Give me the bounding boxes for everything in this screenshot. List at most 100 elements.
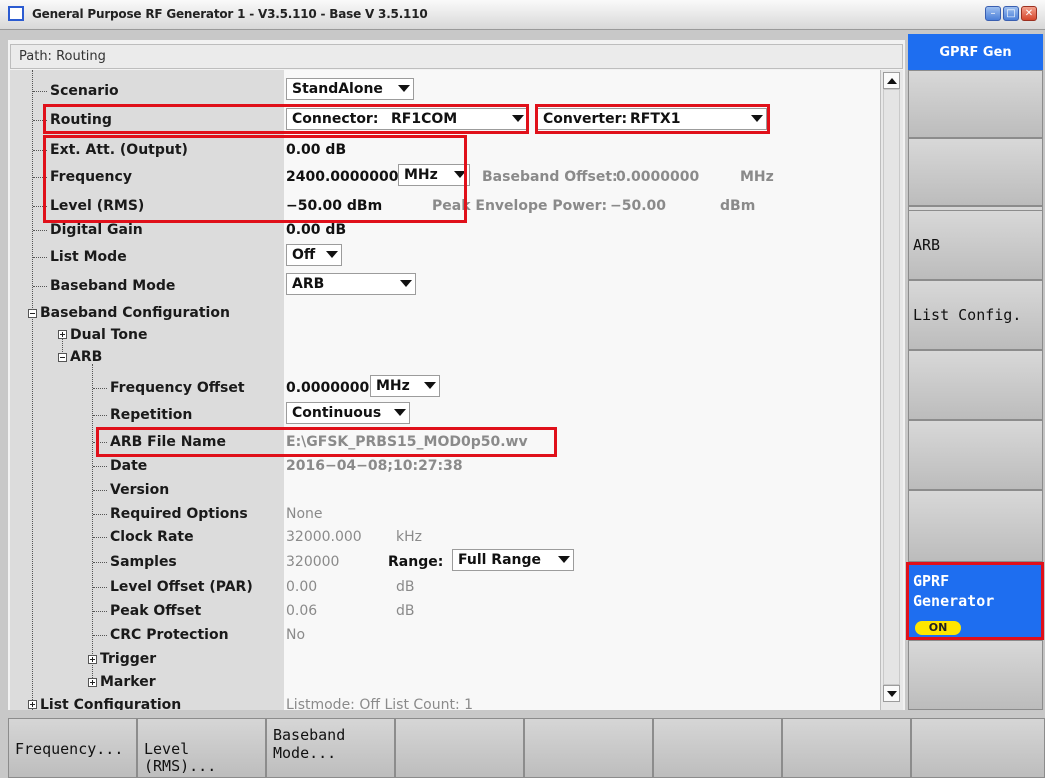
chevron-down-icon	[400, 280, 412, 287]
right-softkey-empty[interactable]	[908, 70, 1043, 138]
tree-line	[33, 286, 47, 287]
baseband-offset-unit: MHz	[740, 169, 774, 185]
range-dropdown[interactable]: Full Range	[452, 549, 574, 571]
tree-line	[93, 490, 107, 491]
tree-item-version: Version	[110, 482, 170, 498]
tree-item-trigger[interactable]: Trigger	[100, 650, 156, 668]
expand-icon[interactable]	[58, 330, 67, 339]
tree-item-freq-offset[interactable]: Frequency Offset	[110, 379, 245, 397]
tree-item-dual-tone[interactable]: Dual Tone	[70, 326, 147, 344]
frequency-softkey[interactable]: Frequency...	[8, 718, 137, 778]
frequency-softkey-label: Frequency...	[15, 740, 124, 758]
expand-icon[interactable]	[88, 655, 97, 664]
list-config-button[interactable]: List Config.	[908, 280, 1043, 350]
maximize-button[interactable]: □	[1003, 6, 1019, 21]
app-icon	[8, 6, 24, 21]
right-softkey-empty[interactable]	[908, 640, 1043, 710]
tree-item-repetition[interactable]: Repetition	[110, 406, 192, 424]
tree-item-level-offset: Level Offset (PAR)	[110, 579, 253, 595]
tree-item-required-options: Required Options	[110, 506, 248, 522]
level-offset-unit: dB	[396, 579, 415, 595]
samples-value: 320000	[286, 554, 340, 570]
baseband-offset-label: Baseband Offset:	[482, 169, 618, 185]
clock-rate-unit: kHz	[396, 529, 422, 545]
collapse-icon[interactable]	[28, 309, 37, 318]
baseband-mode-dropdown[interactable]: ARB	[286, 273, 416, 295]
tree-line	[93, 537, 107, 538]
tree-line	[93, 635, 107, 636]
close-button[interactable]: ✕	[1021, 6, 1037, 21]
expand-icon[interactable]	[28, 700, 37, 709]
scroll-down-button[interactable]	[883, 685, 900, 702]
routing-highlight	[43, 104, 529, 134]
tree-item-date: Date	[110, 458, 148, 474]
tree-line	[93, 388, 107, 389]
tree-item-digital-gain[interactable]: Digital Gain	[50, 221, 143, 239]
tree-item-list-mode[interactable]: List Mode	[50, 248, 127, 266]
level-offset-value: 0.00	[286, 579, 318, 595]
range-label: Range:	[388, 554, 444, 570]
scroll-thumb[interactable]	[883, 89, 900, 685]
softkey-empty[interactable]	[524, 718, 653, 778]
arb-file-highlight	[96, 427, 557, 457]
softkey-empty[interactable]	[653, 718, 782, 778]
scenario-dropdown[interactable]: StandAlone	[286, 78, 414, 100]
date-value: 2016−04−08;10:27:38	[286, 458, 463, 474]
vertical-scrollbar[interactable]	[880, 70, 903, 710]
title-bar: General Purpose RF Generator 1 - V3.5.11…	[0, 0, 1045, 30]
list-mode-value: Off	[292, 247, 316, 263]
repetition-dropdown[interactable]: Continuous	[286, 402, 410, 424]
converter-highlight	[535, 104, 770, 134]
tree-line	[33, 257, 47, 258]
path-text: Path: Routing	[19, 49, 106, 64]
arb-button-label: ARB	[913, 236, 941, 254]
tree-line	[93, 611, 107, 612]
tree-line	[93, 514, 107, 515]
tree-item-crc: CRC Protection	[110, 627, 229, 643]
expand-icon[interactable]	[88, 678, 97, 687]
minimize-button[interactable]: –	[985, 6, 1001, 21]
tree-item-samples: Samples	[110, 554, 177, 570]
freq-offset-value[interactable]: 0.0000000	[286, 379, 369, 397]
tree-item-baseband-config[interactable]: Baseband Configuration	[40, 304, 230, 322]
tree-item-marker[interactable]: Marker	[100, 673, 156, 691]
path-bar: Path: Routing	[10, 44, 903, 69]
repetition-value: Continuous	[292, 405, 382, 421]
scenario-value: StandAlone	[292, 81, 383, 97]
generator-highlight	[906, 562, 1044, 640]
clock-rate-value: 32000.000	[286, 529, 362, 545]
required-options-value: None	[286, 506, 323, 522]
baseband-softkey-line1: Baseband	[273, 726, 346, 744]
tree-item-arb[interactable]: ARB	[70, 348, 102, 366]
scroll-up-button[interactable]	[883, 72, 900, 89]
collapse-icon[interactable]	[58, 353, 67, 362]
softkey-empty[interactable]	[911, 718, 1045, 778]
arb-button[interactable]: ARB	[908, 210, 1043, 280]
tree-item-peak-offset: Peak Offset	[110, 603, 202, 619]
digital-gain-value[interactable]: 0.00 dB	[286, 221, 346, 239]
tree-line	[93, 466, 107, 467]
baseband-mode-softkey[interactable]: Baseband Mode...	[266, 718, 395, 778]
tree-item-baseband-mode[interactable]: Baseband Mode	[50, 277, 175, 295]
level-softkey-label: Level (RMS)...	[144, 740, 217, 775]
tree-item-scenario[interactable]: Scenario	[50, 82, 119, 100]
right-softkey-empty[interactable]	[908, 350, 1043, 420]
right-softkey-empty[interactable]	[908, 420, 1043, 490]
freq-offset-unit: MHz	[376, 378, 410, 394]
list-mode-dropdown[interactable]: Off	[286, 244, 342, 266]
crc-value: No	[286, 627, 306, 643]
chevron-down-icon	[394, 409, 406, 416]
tree-item-clock-rate: Clock Rate	[110, 529, 194, 545]
tree-item-list-config[interactable]: List Configuration	[40, 696, 181, 710]
peak-offset-unit: dB	[396, 603, 415, 619]
right-softkey-empty[interactable]	[908, 490, 1043, 562]
softkey-empty[interactable]	[395, 718, 524, 778]
tree-line	[93, 587, 107, 588]
freq-offset-unit-dropdown[interactable]: MHz	[370, 375, 440, 397]
gprf-gen-header[interactable]: GPRF Gen	[908, 34, 1043, 70]
right-softkey-empty[interactable]	[908, 138, 1043, 206]
level-softkey[interactable]: Level (RMS)...	[137, 718, 266, 778]
softkey-empty[interactable]	[782, 718, 911, 778]
list-config-summary: Listmode: Off List Count: 1	[286, 697, 474, 710]
peak-offset-value: 0.06	[286, 603, 318, 619]
